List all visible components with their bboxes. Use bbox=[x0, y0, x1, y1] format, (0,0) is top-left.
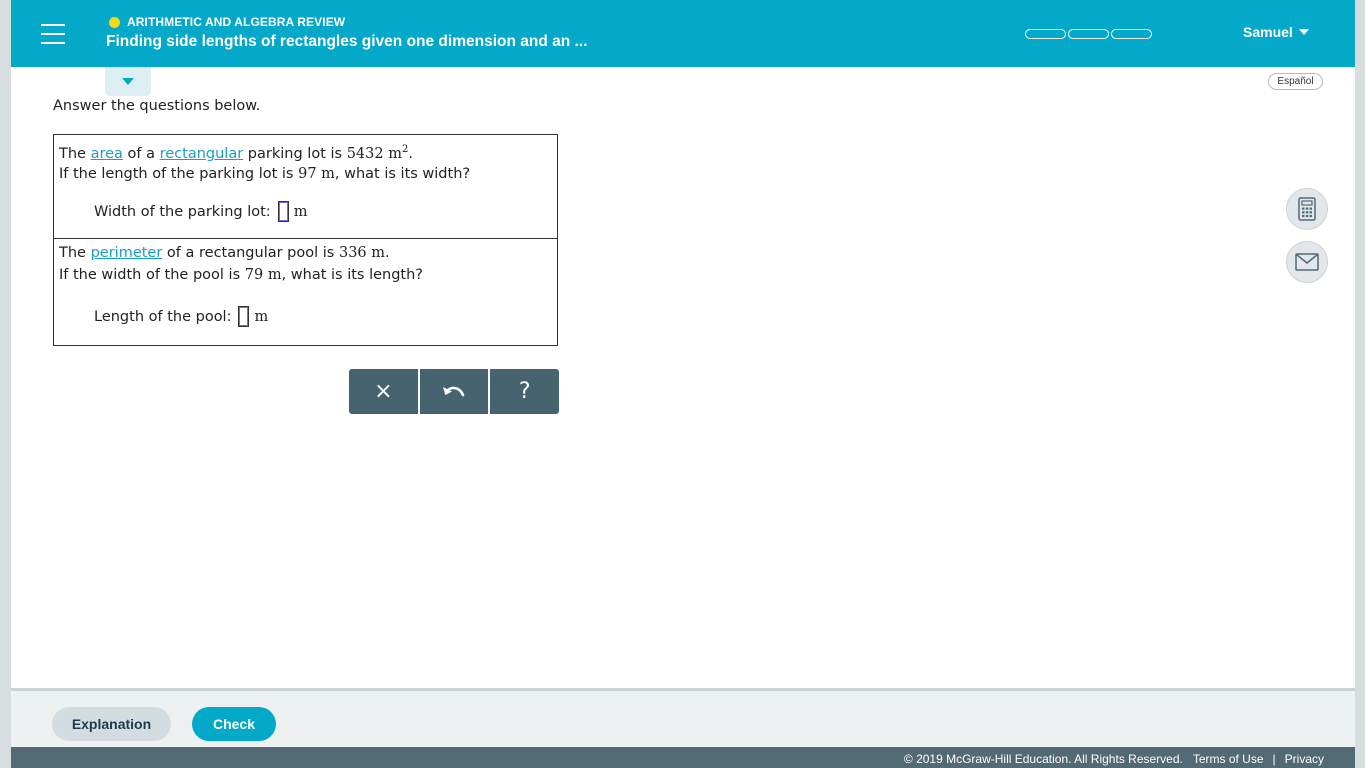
width-answer-label: Width of the parking lot: bbox=[94, 203, 271, 220]
terms-of-use-link[interactable]: Terms of Use bbox=[1193, 752, 1264, 766]
length-answer-label: Length of the pool: bbox=[94, 308, 232, 325]
lesson-title: Finding side lengths of rectangles given… bbox=[106, 33, 588, 50]
collapse-toggle[interactable] bbox=[105, 67, 151, 96]
width-answer-unit: m bbox=[293, 203, 308, 220]
undo-icon bbox=[443, 386, 465, 396]
question-1-line-1: The area of a rectangular parking lot is… bbox=[59, 144, 413, 162]
instructions: Answer the questions below. bbox=[53, 98, 261, 114]
undo-button[interactable] bbox=[419, 369, 491, 414]
question-1-line-2: If the length of the parking lot is 97 m… bbox=[59, 166, 471, 182]
caret-down-icon bbox=[1298, 29, 1309, 35]
caret-down-icon bbox=[122, 78, 134, 85]
user-menu[interactable]: Samuel bbox=[1243, 24, 1309, 40]
footer-content: © 2019 McGraw-Hill Education. All Rights… bbox=[904, 752, 1324, 766]
rectangular-link[interactable]: rectangular bbox=[160, 146, 244, 162]
envelope-icon bbox=[1295, 253, 1319, 271]
calculator-icon bbox=[1298, 197, 1316, 221]
progress-segment bbox=[1111, 29, 1152, 39]
question-part-2: The perimeter of a rectangular pool is 3… bbox=[54, 239, 557, 345]
pool-width-value: 79 bbox=[244, 267, 264, 283]
area-link[interactable]: area bbox=[91, 146, 123, 162]
footer: © 2019 McGraw-Hill Education. All Rights… bbox=[11, 747, 1355, 768]
privacy-link[interactable]: Privacy bbox=[1285, 752, 1324, 766]
user-name: Samuel bbox=[1243, 24, 1293, 40]
calculator-button[interactable] bbox=[1286, 188, 1328, 230]
length-answer-unit: m bbox=[254, 308, 269, 325]
length-answer-input[interactable] bbox=[238, 306, 250, 327]
app-window: ARITHMETIC AND ALGEBRA REVIEW Finding si… bbox=[11, 0, 1355, 768]
question-2-line-2: If the width of the pool is 79 m, what i… bbox=[59, 267, 423, 283]
length-value: 97 bbox=[298, 166, 317, 182]
question-box: The area of a rectangular parking lot is… bbox=[53, 134, 558, 346]
menu-icon[interactable] bbox=[41, 24, 65, 44]
perimeter-value: 336 bbox=[338, 245, 367, 261]
width-answer-input[interactable] bbox=[277, 201, 289, 222]
area-unit: m bbox=[388, 145, 402, 162]
footer-separator: | bbox=[1272, 752, 1276, 766]
progress-segment bbox=[1068, 29, 1109, 39]
clear-button[interactable]: × bbox=[349, 369, 420, 414]
message-button[interactable] bbox=[1286, 241, 1328, 283]
help-button[interactable]: ? bbox=[490, 369, 559, 414]
copyright-text: © 2019 McGraw-Hill Education. All Rights… bbox=[903, 752, 1183, 766]
question-mark-icon: ? bbox=[518, 379, 531, 404]
action-bar: Explanation Check bbox=[11, 688, 1355, 747]
topic-status-dot bbox=[109, 16, 120, 28]
width-answer-row: Width of the parking lot: m bbox=[94, 201, 307, 222]
language-button[interactable]: Español bbox=[1268, 73, 1323, 90]
explanation-button[interactable]: Explanation bbox=[52, 707, 171, 741]
question-part-1: The area of a rectangular parking lot is… bbox=[54, 135, 557, 239]
progress-bar bbox=[1025, 29, 1152, 39]
question-2-line-1: The perimeter of a rectangular pool is 3… bbox=[59, 245, 390, 261]
perimeter-link[interactable]: perimeter bbox=[91, 245, 163, 261]
topic-row: ARITHMETIC AND ALGEBRA REVIEW bbox=[109, 15, 345, 29]
topic-label: ARITHMETIC AND ALGEBRA REVIEW bbox=[127, 15, 346, 29]
area-value: 5432 bbox=[346, 145, 384, 162]
length-answer-row: Length of the pool: m bbox=[94, 306, 268, 327]
header-bar: ARITHMETIC AND ALGEBRA REVIEW Finding si… bbox=[11, 0, 1355, 67]
progress-segment bbox=[1025, 29, 1066, 39]
check-button[interactable]: Check bbox=[192, 707, 276, 741]
answer-tools: × ? bbox=[349, 369, 559, 414]
close-icon: × bbox=[374, 379, 393, 404]
